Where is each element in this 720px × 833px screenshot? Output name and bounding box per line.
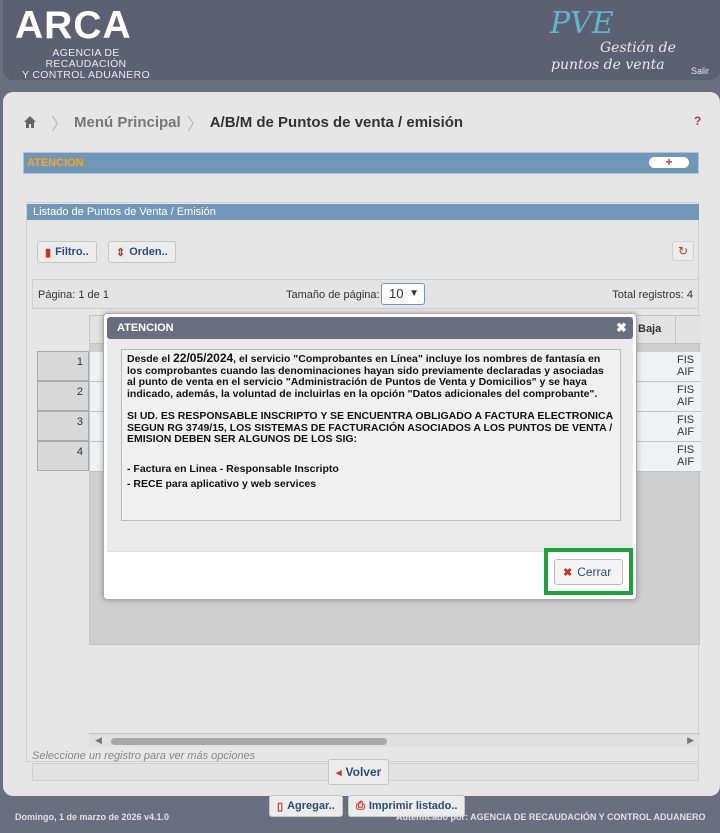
atencion-bar: ATENCION + [23,152,699,174]
row-number[interactable]: 3 [37,411,89,441]
scroll-right-icon[interactable]: ▶ [687,735,694,746]
highlight-box: ✖ Cerrar [544,548,633,595]
arca-logo: ARCA [15,4,132,47]
order-button-label: Orden.. [129,246,168,258]
refresh-icon[interactable]: ↻ [672,241,694,261]
close-icon: ✖ [563,566,573,579]
breadcrumb-separator: 〉 [51,114,68,134]
filter-icon: ▮ [45,246,52,259]
back-button[interactable]: ◂ Volver [328,759,390,785]
table-cell: FIS AIF [677,354,695,378]
notice-paragraph-1: Desde el 22/05/2024, el servicio "Compro… [127,351,604,400]
footer-auth: Autenticado por: AGENCIA DE RECAUDACIÓN … [396,812,706,822]
dialog-title-text: ATENCION [117,322,174,334]
footer-date-version: Domingo, 1 de marzo de 2026 v4.1.0 [15,812,170,822]
notice-paragraph-2: SI UD. ES RESPONSABLE INSCRIPTO Y SE ENC… [127,410,613,445]
back-button-label: Volver [345,765,382,779]
app-header: ARCA AGENCIA DE RECAUDACIÓN Y CONTROL AD… [3,0,720,81]
filter-button[interactable]: ▮ Filtro.. [37,241,97,263]
close-icon[interactable]: ✖ [616,317,627,339]
atencion-dialog: ATENCION ✖ Desde el 22/05/2024, el servi… [103,313,637,600]
salir-link[interactable]: Salir [691,66,709,76]
total-records: Total registros: 4 [612,289,693,301]
pve-logo: PVE [550,6,614,41]
notice-message: Desde el 22/05/2024, el servicio "Compro… [121,349,621,521]
row-number[interactable]: 2 [37,381,89,411]
logo-subtitle: AGENCIA DE RECAUDACIÓN Y CONTROL ADUANER… [15,48,157,81]
add-button[interactable]: ▯ Agregar.. [269,795,343,817]
page-size-select[interactable]: 10 ▼ [381,283,425,305]
row-number[interactable]: 4 [37,441,89,471]
expand-button[interactable]: + [649,156,689,168]
table-cell: FIS AIF [677,444,695,468]
pagination-bar: Página: 1 de 1 Tamaño de página: 10 ▼ To… [32,279,699,309]
scrollbar-thumb[interactable] [111,738,387,745]
list-item: - RECE para aplicativo y web services [127,478,317,490]
selection-hint: Seleccione un registro para ver más opci… [32,750,256,762]
sort-icon: ⇕ [116,246,126,259]
add-document-icon: ▯ [277,800,284,813]
arrow-left-icon: ◂ [336,766,342,779]
list-title: Listado de Puntos de Venta / Emisión [27,204,699,220]
column-header-baja[interactable]: Baja [638,323,661,335]
table-cell: FIS AIF [677,384,695,408]
row-number[interactable]: 1 [37,351,89,381]
close-button-label: Cerrar [577,565,612,579]
add-button-label: Agregar.. [287,800,335,812]
pve-subtitle-2: puntos de venta [551,57,665,73]
breadcrumb-menu-principal[interactable]: Menú Principal [74,114,181,131]
system-list: - Factura en Linea - Responsable Inscrip… [127,462,615,491]
breadcrumb: 〉 Menú Principal 〉 A/B/M de Puntos de ve… [23,112,464,134]
dialog-body: Desde el 22/05/2024, el servicio "Compro… [107,339,633,551]
logo-subtitle-line-1: AGENCIA DE RECAUDACIÓN [45,47,127,70]
row-number-column: 1 2 3 4 [37,351,89,471]
list-item: - Factura en Linea - Responsable Inscrip… [127,462,339,475]
column-divider [675,316,676,344]
home-icon[interactable] [23,115,37,129]
table-cell: FIS AIF [677,414,695,438]
scroll-left-icon[interactable]: ◀ [95,735,102,746]
order-button[interactable]: ⇕ Orden.. [108,241,176,263]
dialog-title: ATENCION ✖ [107,317,633,339]
page-title: A/B/M de Puntos de venta / emisión [209,113,464,131]
pve-subtitle-1: Gestión de [600,40,676,56]
atencion-label: ATENCION [27,157,84,169]
page-size-label: Tamaño de página: [286,289,380,301]
dialog-footer: ✖ Cerrar [107,548,633,596]
breadcrumb-separator: 〉 [186,114,204,134]
print-list-button-label: Imprimir listado.. [368,800,458,812]
printer-icon: ⎙ [356,799,365,812]
close-button[interactable]: ✖ Cerrar [554,559,623,585]
help-icon[interactable]: ? [694,114,701,128]
logo-subtitle-line-2: Y CONTROL ADUANERO [22,69,150,81]
page-indicator: Página: 1 de 1 [38,289,109,301]
notice-date: 22/05/2024 [173,351,234,365]
page-size-value: 10 [389,286,404,301]
horizontal-scrollbar[interactable]: ◀ ▶ [89,733,700,747]
filter-button-label: Filtro.. [55,246,89,258]
chevron-down-icon: ▼ [409,288,419,299]
